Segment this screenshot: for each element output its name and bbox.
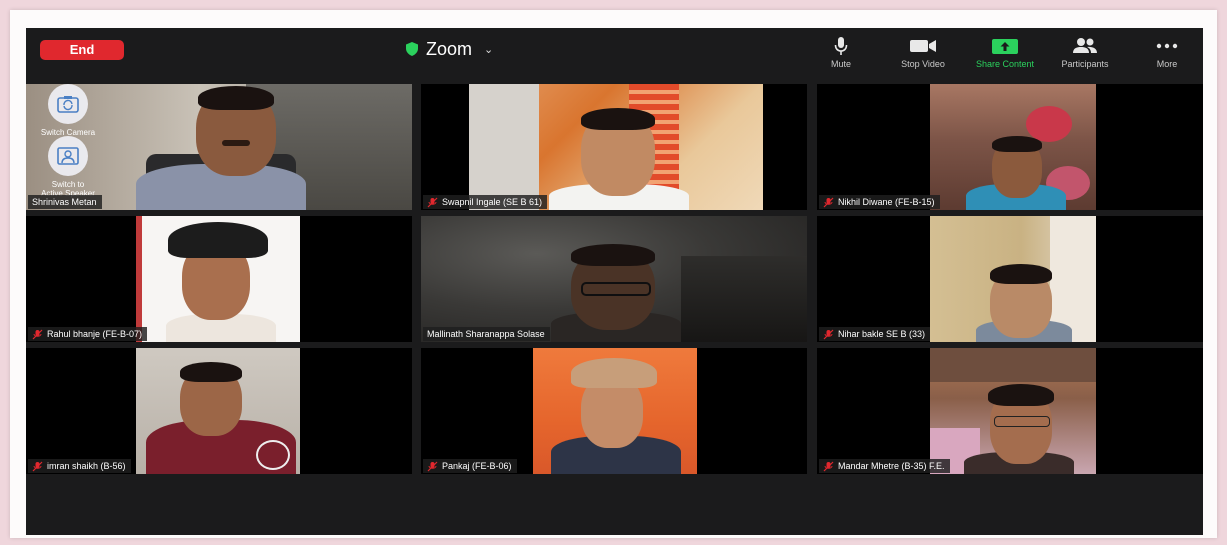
more-button[interactable]: More — [1132, 36, 1202, 70]
video-tile[interactable]: Pankaj (FE-B-06) — [421, 348, 807, 474]
video-tile[interactable]: Rahul bhanje (FE-B-07) — [26, 216, 412, 342]
share-content-button[interactable]: Share Content — [970, 36, 1040, 70]
video-tile[interactable]: Swapnil Ingale (SE B 61) — [421, 84, 807, 210]
participant-name-tag: Mallinath Sharanappa Solase — [423, 327, 550, 341]
video-feed — [930, 84, 1096, 210]
participant-name-tag: Nihar bakle SE B (33) — [819, 327, 931, 341]
more-dots-icon — [1156, 43, 1178, 49]
switch-camera-button[interactable]: Switch Camera — [28, 84, 108, 137]
stop-video-label: Stop Video — [901, 59, 945, 69]
video-feed — [421, 216, 807, 342]
video-feed — [930, 348, 1096, 474]
muted-mic-icon — [32, 329, 43, 339]
video-feed — [930, 216, 1096, 342]
participants-button[interactable]: Participants — [1050, 36, 1120, 70]
participant-name-tag: Nikhil Diwane (FE-B-15) — [819, 195, 940, 209]
participant-name: Swapnil Ingale (SE B 61) — [442, 197, 543, 207]
mute-label: Mute — [830, 59, 851, 69]
video-gallery: Switch Camera Switch to Active Speaker S… — [26, 84, 1203, 476]
participant-name: Mallinath Sharanappa Solase — [427, 329, 545, 339]
more-label: More — [1156, 59, 1178, 69]
participant-name: Shrinivas Metan — [32, 197, 97, 207]
participant-name: Mandar Mhetre (B-35) F.E. — [838, 461, 945, 471]
participant-name: Nihar bakle SE B (33) — [838, 329, 926, 339]
video-camera-icon — [910, 40, 936, 52]
video-tile[interactable]: Nikhil Diwane (FE-B-15) — [817, 84, 1203, 210]
participant-name: Nikhil Diwane (FE-B-15) — [838, 197, 935, 207]
video-tile[interactable]: Mandar Mhetre (B-35) F.E. — [817, 348, 1203, 474]
video-tile[interactable]: Nihar bakle SE B (33) — [817, 216, 1203, 342]
top-toolbar: End Zoom ⌄ Mute Stop Video Share Content… — [26, 28, 1203, 80]
video-feed — [136, 216, 300, 342]
participant-name-tag: Rahul bhanje (FE-B-07) — [28, 327, 148, 341]
video-tile[interactable]: imran shaikh (B-56) — [26, 348, 412, 474]
stop-video-button[interactable]: Stop Video — [888, 36, 958, 70]
shield-icon — [406, 42, 418, 56]
video-tile[interactable]: Switch Camera Switch to Active Speaker S… — [26, 84, 412, 210]
video-feed — [136, 348, 300, 474]
end-meeting-button[interactable]: End — [40, 40, 124, 60]
participant-name-tag: Shrinivas Metan — [28, 195, 102, 209]
muted-mic-icon — [823, 329, 834, 339]
participants-icon — [1073, 38, 1097, 53]
video-feed — [533, 348, 697, 474]
participant-name-tag: imran shaikh (B-56) — [28, 459, 131, 473]
video-feed — [469, 84, 763, 210]
zoom-window: End Zoom ⌄ Mute Stop Video Share Content… — [26, 28, 1203, 535]
switch-speaker-label-1: Switch to — [51, 180, 85, 189]
participant-name-tag: Mandar Mhetre (B-35) F.E. — [819, 459, 950, 473]
participants-label: Participants — [1061, 59, 1109, 69]
meeting-title[interactable]: Zoom ⌄ — [406, 36, 493, 62]
muted-mic-icon — [427, 461, 438, 471]
mute-button[interactable]: Mute — [806, 36, 876, 70]
muted-mic-icon — [427, 197, 438, 207]
participant-name: Rahul bhanje (FE-B-07) — [47, 329, 143, 339]
switch-active-speaker-button[interactable]: Switch to Active Speaker — [28, 136, 108, 198]
video-tile[interactable]: Mallinath Sharanappa Solase — [421, 216, 807, 342]
participant-name: Pankaj (FE-B-06) — [442, 461, 512, 471]
participant-name: imran shaikh (B-56) — [47, 461, 126, 471]
participant-name-tag: Swapnil Ingale (SE B 61) — [423, 195, 548, 209]
meeting-title-text: Zoom — [426, 38, 473, 59]
active-speaker-icon — [57, 147, 79, 165]
participant-name-tag: Pankaj (FE-B-06) — [423, 459, 517, 473]
muted-mic-icon — [32, 461, 43, 471]
camera-switch-icon — [57, 96, 79, 113]
muted-mic-icon — [823, 197, 834, 207]
microphone-icon — [834, 37, 848, 55]
share-screen-icon — [992, 39, 1018, 54]
share-content-label: Share Content — [975, 59, 1035, 69]
muted-mic-icon — [823, 461, 834, 471]
chevron-down-icon: ⌄ — [484, 43, 494, 56]
